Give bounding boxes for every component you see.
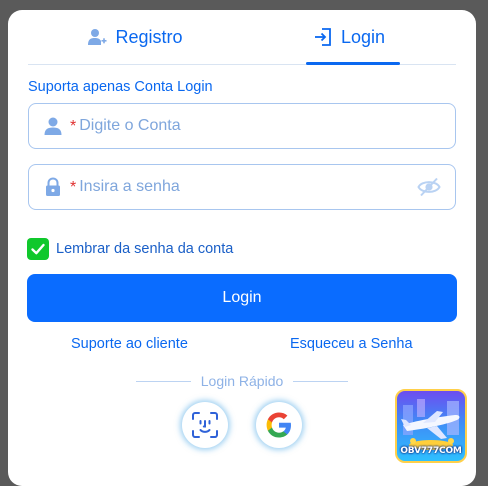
account-input[interactable] — [77, 116, 402, 136]
checkmark-icon — [31, 243, 45, 255]
remember-checkbox[interactable] — [27, 238, 49, 260]
active-tab-indicator — [306, 62, 400, 65]
tab-login[interactable]: Login — [242, 10, 456, 65]
required-mark: * — [70, 179, 77, 196]
tab-register-label: Registro — [115, 26, 183, 47]
forgot-password-link[interactable]: Esqueceu a Senha — [290, 336, 413, 352]
password-input[interactable] — [77, 177, 402, 197]
face-id-icon — [192, 412, 218, 438]
add-user-icon — [87, 27, 107, 47]
promo-badge[interactable]: OBV777COM — [395, 389, 467, 463]
lock-icon — [42, 177, 64, 197]
auth-tabs: Registro Login — [28, 10, 456, 65]
tab-login-label: Login — [340, 26, 386, 47]
face-id-button[interactable] — [182, 402, 228, 448]
login-button[interactable]: Login — [27, 274, 457, 322]
user-icon — [42, 116, 64, 136]
tab-register[interactable]: Registro — [28, 10, 242, 64]
remember-password[interactable]: Lembrar da senha da conta — [27, 238, 233, 260]
promo-label: OBV777COM — [400, 446, 462, 456]
required-mark: * — [70, 118, 77, 135]
quick-login-divider: Login Rápido — [136, 372, 349, 390]
account-field[interactable]: * — [28, 103, 456, 149]
login-dialog: Registro Login Suporta apenas Conta Logi… — [8, 10, 476, 486]
password-field[interactable]: * — [28, 164, 456, 210]
login-door-icon — [313, 27, 333, 47]
google-login-button[interactable] — [256, 402, 302, 448]
divider-line — [293, 380, 349, 382]
quick-login-label: Login Rápido — [200, 373, 284, 389]
eye-hidden-icon[interactable] — [417, 176, 441, 203]
remember-label: Lembrar da senha da conta — [56, 241, 234, 257]
support-link[interactable]: Suporte ao cliente — [71, 336, 188, 352]
divider-line — [136, 380, 191, 382]
google-icon — [266, 412, 291, 438]
login-hint: Suporta apenas Conta Login — [28, 79, 213, 95]
